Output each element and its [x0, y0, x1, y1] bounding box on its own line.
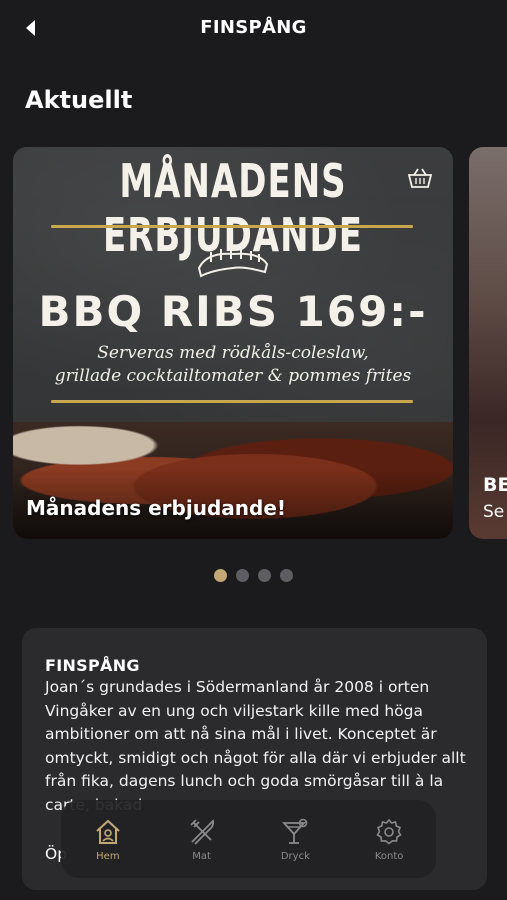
pagination-dot[interactable] — [214, 569, 227, 582]
chalkboard-image: MÅNADENS ERBJUDANDE BBQ RIBS 169:- Serve… — [13, 147, 453, 427]
pagination-dot[interactable] — [236, 569, 249, 582]
card-subtitle: Se — [483, 502, 505, 522]
gear-icon — [376, 818, 402, 845]
section-title: Aktuellt — [25, 86, 133, 114]
card-caption: Månadens erbjudande! — [26, 496, 287, 520]
nav-label: Mat — [192, 850, 211, 862]
fork-knife-icon — [189, 818, 214, 845]
info-body: Joan´s grundades i Södermanland år 2008 … — [45, 678, 466, 814]
carousel-pagination — [0, 569, 507, 582]
nav-label: Hem — [96, 850, 120, 862]
info-heading: FINSPÅNG — [45, 656, 140, 675]
chalk-price-line: BBQ RIBS 169:- — [38, 287, 428, 336]
chalk-rule-bottom — [51, 400, 413, 403]
page-title: FINSPÅNG — [200, 17, 307, 38]
nav-label: Dryck — [280, 850, 310, 862]
nav-label: Konto — [374, 850, 404, 862]
nav-item-dryck[interactable]: Dryck — [260, 817, 330, 862]
home-icon — [96, 819, 120, 844]
nav-item-konto[interactable]: Konto — [354, 817, 424, 862]
chalk-rule-top — [51, 225, 413, 228]
ribs-icon — [197, 248, 269, 278]
nav-item-hem[interactable]: Hem — [73, 817, 143, 862]
ribs-photo — [13, 422, 453, 539]
top-bar: FINSPÅNG — [0, 0, 507, 56]
cocktail-icon — [282, 818, 308, 844]
card-title: BE — [483, 474, 507, 496]
pagination-dot[interactable] — [280, 569, 293, 582]
chalk-description-line: Serveras med rödkåls-coleslaw, — [97, 343, 369, 363]
carousel-card-offer[interactable]: MÅNADENS ERBJUDANDE BBQ RIBS 169:- Serve… — [13, 147, 453, 539]
nav-item-mat[interactable]: Mat — [167, 817, 237, 862]
basket-icon — [407, 168, 433, 188]
bottom-navigation: Hem Mat Dryck Konto — [61, 800, 436, 878]
chalk-description-line: grillade cocktailtomater & pommes frites — [54, 366, 412, 386]
carousel-card-next[interactable]: BE Se — [469, 147, 507, 539]
news-carousel[interactable]: MÅNADENS ERBJUDANDE BBQ RIBS 169:- Serve… — [0, 147, 507, 539]
pagination-dot[interactable] — [258, 569, 271, 582]
